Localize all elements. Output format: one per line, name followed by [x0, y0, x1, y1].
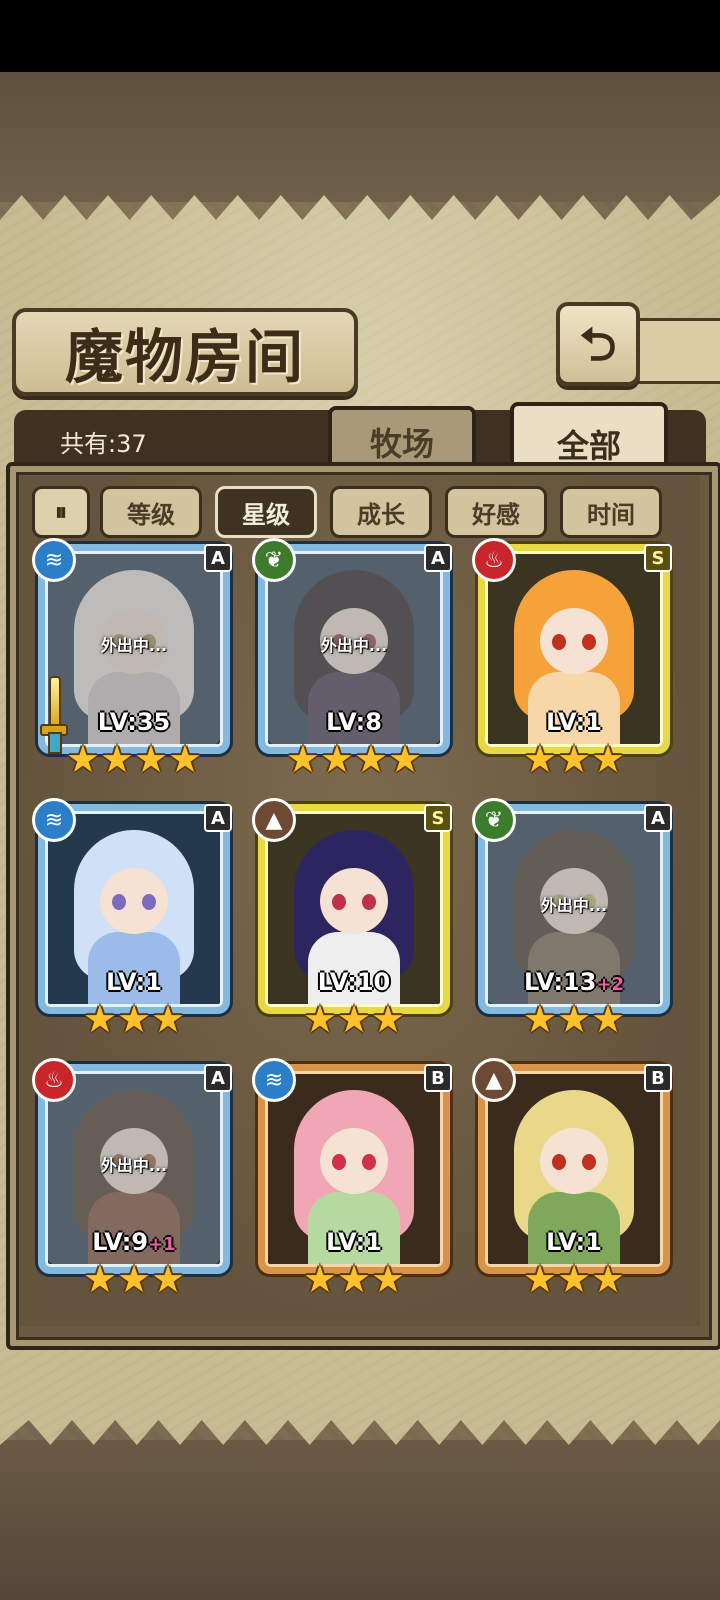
level-bonus: +1: [148, 1234, 176, 1255]
stars: ★★★★: [65, 737, 203, 781]
monster-card[interactable]: ≋ B LV:1 ★★★: [252, 1058, 452, 1304]
wood-element-icon: ❦: [252, 538, 296, 582]
star-rating: ★★★: [258, 1000, 450, 1038]
level-bonus: +2: [596, 974, 625, 995]
sort-time-button[interactable]: 时间: [560, 486, 662, 538]
fire-element-icon: ♨: [32, 1058, 76, 1102]
status-bar: [0, 0, 720, 72]
stars: ★★★: [82, 997, 186, 1041]
level-value: LV:1: [106, 968, 162, 996]
level-label: LV:13+2: [478, 968, 670, 996]
level-label: LV:1: [258, 1228, 450, 1256]
away-status: 外出中...: [320, 636, 388, 655]
level-label: LV:1: [38, 968, 230, 996]
monster-card[interactable]: ♨ A 外出中... LV:9+1 ★★★: [32, 1058, 232, 1304]
level-value: LV:1: [546, 708, 602, 736]
away-status: 外出中...: [100, 636, 168, 655]
star-rating: ★★★: [478, 1260, 670, 1298]
rank-badge: B: [644, 1064, 672, 1092]
rank-badge: S: [424, 804, 452, 832]
sort-star-button[interactable]: 星级: [215, 486, 317, 538]
map-top-band: [0, 72, 720, 202]
level-label: LV:9+1: [38, 1228, 230, 1256]
earth-element-icon: ▲: [252, 798, 296, 842]
water-element-icon: ≋: [32, 798, 76, 842]
rank-badge: A: [204, 544, 232, 572]
rank-badge: B: [424, 1064, 452, 1092]
sort-affection-button[interactable]: 好感: [445, 486, 547, 538]
away-status: 外出中...: [100, 1156, 168, 1175]
stars: ★★★★: [285, 737, 423, 781]
stars: ★★★: [522, 1257, 626, 1301]
monster-card[interactable]: ❦ A 外出中... LV:13+2 ★★★: [472, 798, 672, 1044]
rank-badge: A: [424, 544, 452, 572]
level-label: LV:1: [478, 1228, 670, 1256]
rank-badge: A: [644, 804, 672, 832]
star-rating: ★★★: [38, 1000, 230, 1038]
monster-card[interactable]: ▲ S LV:10 ★★★: [252, 798, 452, 1044]
monster-card[interactable]: ≋ A 外出中... LV:35 ★★★★: [32, 538, 232, 784]
rank-badge: A: [204, 804, 232, 832]
sort-order-toggle[interactable]: ⏸: [32, 486, 90, 538]
stars: ★★★: [82, 1257, 186, 1301]
level-value: LV:9: [92, 1228, 149, 1256]
back-button[interactable]: ⮌: [556, 302, 640, 386]
level-value: LV:1: [326, 1228, 382, 1256]
away-status: 外出中...: [540, 896, 608, 915]
star-rating: ★★★: [258, 1260, 450, 1298]
level-value: LV:13: [523, 968, 597, 996]
level-label: LV:8: [258, 708, 450, 736]
star-rating: ★★★★: [258, 740, 450, 778]
star-rating: ★★★★: [38, 740, 230, 778]
rank-badge: S: [644, 544, 672, 572]
monster-card[interactable]: ▲ B LV:1 ★★★: [472, 1058, 672, 1304]
water-element-icon: ≋: [32, 538, 76, 582]
water-element-icon: ≋: [252, 1058, 296, 1102]
level-label: LV:10: [258, 968, 450, 996]
page-title: 魔物房间: [64, 323, 305, 391]
star-rating: ★★★: [478, 1000, 670, 1038]
sword-icon: [40, 676, 68, 754]
star-rating: ★★★: [478, 740, 670, 778]
monster-card[interactable]: ♨ S LV:1 ★★★: [472, 538, 672, 784]
monster-count: 共有:37: [60, 430, 147, 458]
sort-growth-button[interactable]: 成长: [330, 486, 432, 538]
stars: ★★★: [302, 1257, 406, 1301]
stars: ★★★: [522, 737, 626, 781]
level-value: LV:35: [97, 708, 171, 736]
stars: ★★★: [522, 997, 626, 1041]
monster-card[interactable]: ≋ A LV:1 ★★★: [32, 798, 232, 1044]
fire-element-icon: ♨: [472, 538, 516, 582]
title-plate: 魔物房间: [12, 308, 358, 396]
earth-element-icon: ▲: [472, 1058, 516, 1102]
monster-card[interactable]: ❦ A 外出中... LV:8 ★★★★: [252, 538, 452, 784]
map-bottom-band: [0, 1440, 720, 1600]
stars: ★★★: [302, 997, 406, 1041]
sort-toggle-icon: ⏸: [55, 498, 67, 526]
return-arrow-icon: ⮌: [579, 317, 617, 371]
star-rating: ★★★: [38, 1260, 230, 1298]
level-label: LV:1: [478, 708, 670, 736]
wood-element-icon: ❦: [472, 798, 516, 842]
level-value: LV:1: [546, 1228, 602, 1256]
level-value: LV:10: [317, 968, 391, 996]
sort-level-button[interactable]: 等级: [100, 486, 202, 538]
rank-badge: A: [204, 1064, 232, 1092]
level-value: LV:8: [326, 708, 382, 736]
